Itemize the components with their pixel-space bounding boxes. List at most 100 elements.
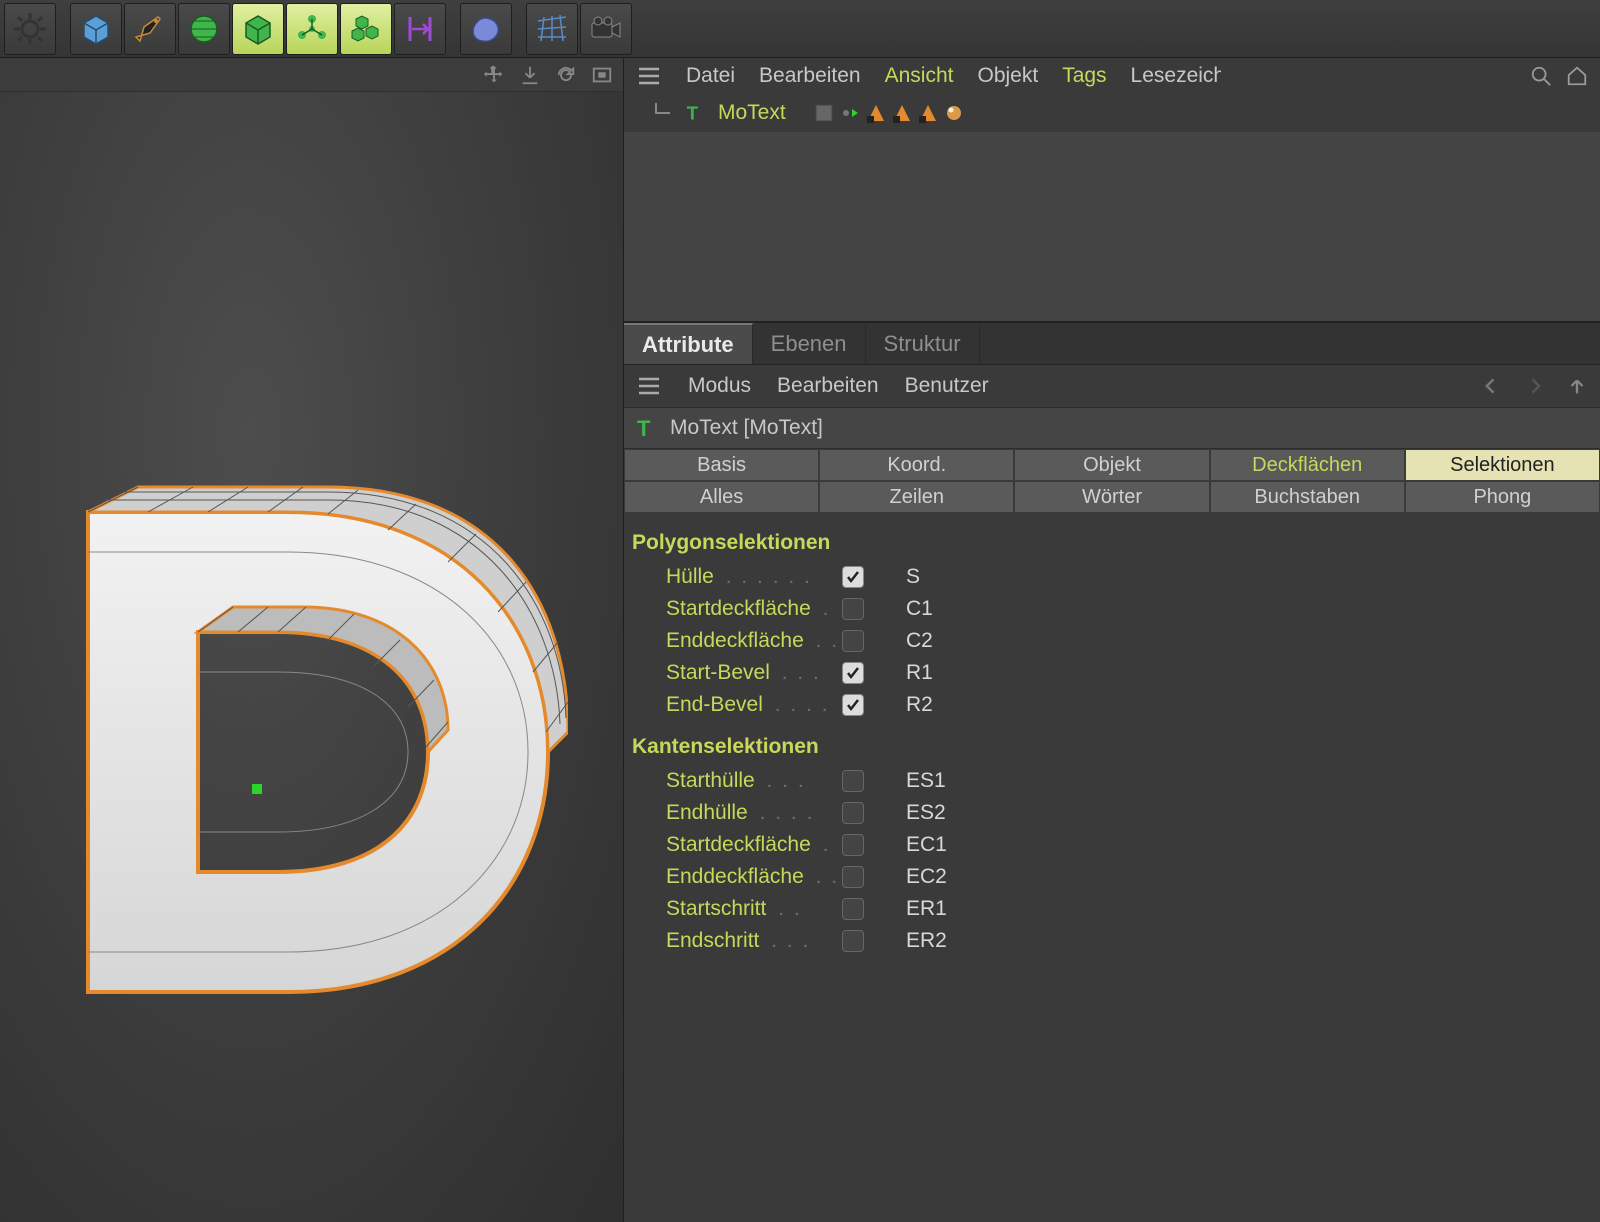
param-value: EC1 bbox=[906, 833, 947, 857]
param-startbevel: Start-Bevel . . .R1 bbox=[632, 657, 1592, 689]
tool-sphere-poly[interactable] bbox=[178, 3, 230, 55]
am-attr-tabs-row2: AllesZeilenWörterBuchstabenPhong bbox=[624, 481, 1600, 513]
menu-icon[interactable] bbox=[636, 66, 662, 86]
texture-tag-1-icon[interactable] bbox=[866, 103, 886, 123]
tool-grid[interactable] bbox=[526, 3, 578, 55]
checkbox-endhlle[interactable] bbox=[842, 802, 864, 824]
param-endhlle: Endhülle . . . .ES2 bbox=[632, 797, 1592, 829]
param-value: ES1 bbox=[906, 769, 946, 793]
attr-tab-deckflchen[interactable]: Deckflächen bbox=[1210, 449, 1405, 481]
om-menu-ansicht[interactable]: Ansicht bbox=[885, 64, 954, 88]
attr-tab-phong[interactable]: Phong bbox=[1405, 481, 1600, 513]
param-value: ES2 bbox=[906, 801, 946, 825]
om-menu-tags[interactable]: Tags bbox=[1062, 64, 1106, 88]
param-value: R2 bbox=[906, 693, 933, 717]
checkbox-startbevel[interactable] bbox=[842, 662, 864, 684]
param-enddeckflche: Enddeckfläche . .EC2 bbox=[632, 861, 1592, 893]
texture-tag-3-icon[interactable] bbox=[918, 103, 938, 123]
frame-icon[interactable] bbox=[591, 64, 613, 86]
main-toolbar bbox=[0, 0, 1600, 58]
tool-cube[interactable] bbox=[70, 3, 122, 55]
checkbox-endschritt[interactable] bbox=[842, 930, 864, 952]
section-polygonselektionen: Polygonselektionen bbox=[632, 531, 1592, 555]
motext-icon: T bbox=[684, 102, 706, 124]
attr-tab-koord[interactable]: Koord. bbox=[819, 449, 1014, 481]
param-enddeckflche: Enddeckfläche . .C2 bbox=[632, 625, 1592, 657]
param-value: S bbox=[906, 565, 920, 589]
tool-width[interactable] bbox=[394, 3, 446, 55]
am-tab-struktur[interactable]: Struktur bbox=[866, 323, 980, 364]
tree-branch-icon bbox=[652, 101, 676, 125]
tool-settings[interactable] bbox=[4, 3, 56, 55]
checkbox-starthlle[interactable] bbox=[842, 770, 864, 792]
am-menu-modus[interactable]: Modus bbox=[688, 374, 751, 398]
move-icon[interactable] bbox=[483, 64, 505, 86]
tool-cube-green[interactable] bbox=[232, 3, 284, 55]
tool-blob[interactable] bbox=[460, 3, 512, 55]
attr-tab-zeilen[interactable]: Zeilen bbox=[819, 481, 1014, 513]
search-icon[interactable] bbox=[1530, 65, 1552, 87]
texture-tag-2-icon[interactable] bbox=[892, 103, 912, 123]
param-value: EC2 bbox=[906, 865, 947, 889]
am-tab-ebenen[interactable]: Ebenen bbox=[753, 323, 866, 364]
am-object-header: T MoText [MoText] bbox=[624, 407, 1600, 449]
attr-tab-wrter[interactable]: Wörter bbox=[1014, 481, 1209, 513]
viewport-panel bbox=[0, 58, 624, 1222]
om-object-name[interactable]: MoText bbox=[718, 101, 786, 125]
param-value: ER1 bbox=[906, 897, 947, 921]
am-menu-bearbeiten[interactable]: Bearbeiten bbox=[777, 374, 879, 398]
attr-tab-basis[interactable]: Basis bbox=[624, 449, 819, 481]
tool-pen[interactable] bbox=[124, 3, 176, 55]
drop-icon[interactable] bbox=[519, 64, 541, 86]
layer-tag-icon[interactable] bbox=[814, 103, 834, 123]
param-value: R1 bbox=[906, 661, 933, 685]
visibility-tag-icon[interactable] bbox=[840, 103, 860, 123]
om-menubar: Datei Bearbeiten Ansicht Objekt Tags Les… bbox=[624, 58, 1600, 94]
param-startdeckflche: Startdeckfläche .C1 bbox=[632, 593, 1592, 625]
checkbox-startdeckflche[interactable] bbox=[842, 598, 864, 620]
up-icon[interactable] bbox=[1566, 375, 1588, 397]
menu-icon[interactable] bbox=[636, 376, 662, 396]
tool-cubes[interactable] bbox=[340, 3, 392, 55]
tool-camera[interactable] bbox=[580, 3, 632, 55]
om-menu-bearbeiten[interactable]: Bearbeiten bbox=[759, 64, 861, 88]
axis-origin-icon bbox=[252, 784, 262, 794]
am-attr-tabs-row1: BasisKoord.ObjektDeckflächenSelektionen bbox=[624, 449, 1600, 481]
tool-atoms[interactable] bbox=[286, 3, 338, 55]
refresh-icon[interactable] bbox=[555, 64, 577, 86]
om-menu-lesezeichen[interactable]: Lesezeichen bbox=[1131, 64, 1221, 88]
svg-text:T: T bbox=[687, 102, 698, 123]
am-tab-attribute[interactable]: Attribute bbox=[624, 323, 753, 364]
checkbox-startschritt[interactable] bbox=[842, 898, 864, 920]
am-panel-tabs: Attribute Ebenen Struktur bbox=[624, 323, 1600, 365]
attr-tab-buchstaben[interactable]: Buchstaben bbox=[1210, 481, 1405, 513]
forward-icon[interactable] bbox=[1522, 376, 1548, 396]
am-parameters: Polygonselektionen Hülle . . . . . .SSta… bbox=[624, 513, 1600, 957]
param-hlle: Hülle . . . . . .S bbox=[632, 561, 1592, 593]
section-kantenselektionen: Kantenselektionen bbox=[632, 735, 1592, 759]
param-startdeckflche: Startdeckfläche .EC1 bbox=[632, 829, 1592, 861]
motext-icon: T bbox=[634, 416, 658, 440]
viewport-model-letter-d bbox=[28, 472, 568, 1032]
om-empty-area[interactable] bbox=[624, 132, 1600, 321]
home-icon[interactable] bbox=[1566, 65, 1588, 87]
checkbox-enddeckflche[interactable] bbox=[842, 630, 864, 652]
om-menu-datei[interactable]: Datei bbox=[686, 64, 735, 88]
attr-tab-alles[interactable]: Alles bbox=[624, 481, 819, 513]
checkbox-hlle[interactable] bbox=[842, 566, 864, 588]
param-value: C1 bbox=[906, 597, 933, 621]
am-menu-benutzer[interactable]: Benutzer bbox=[905, 374, 989, 398]
checkbox-startdeckflche[interactable] bbox=[842, 834, 864, 856]
checkbox-enddeckflche[interactable] bbox=[842, 866, 864, 888]
phong-tag-icon[interactable] bbox=[944, 103, 964, 123]
om-menu-objekt[interactable]: Objekt bbox=[977, 64, 1038, 88]
attr-tab-objekt[interactable]: Objekt bbox=[1014, 449, 1209, 481]
object-manager: Datei Bearbeiten Ansicht Objekt Tags Les… bbox=[624, 58, 1600, 323]
3d-viewport[interactable] bbox=[0, 92, 623, 1222]
attr-tab-selektionen[interactable]: Selektionen bbox=[1405, 449, 1600, 481]
am-menubar: Modus Bearbeiten Benutzer bbox=[624, 365, 1600, 407]
om-object-row[interactable]: T MoText bbox=[624, 94, 1600, 132]
back-icon[interactable] bbox=[1478, 376, 1504, 396]
checkbox-endbevel[interactable] bbox=[842, 694, 864, 716]
param-endschritt: Endschritt . . .ER2 bbox=[632, 925, 1592, 957]
